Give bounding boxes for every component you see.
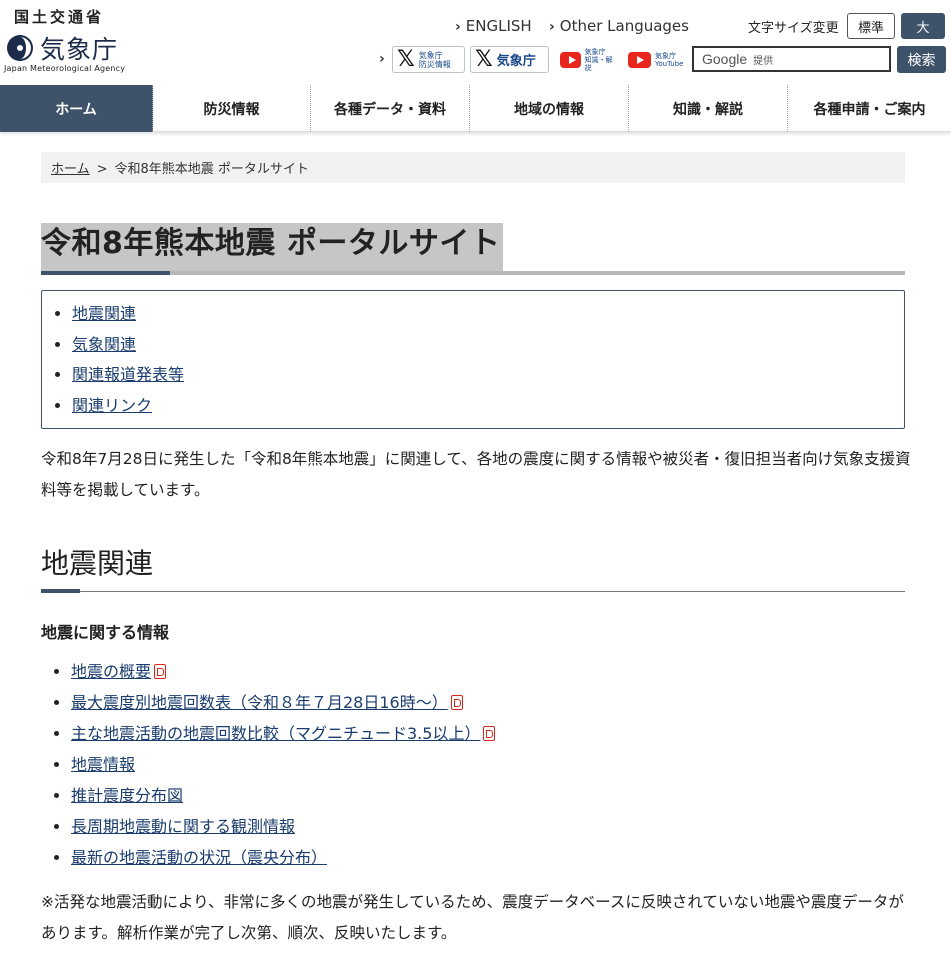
- latest-activity-link[interactable]: 最新の地震活動の状況（震央分布）: [71, 848, 327, 867]
- pdf-icon: [483, 726, 496, 741]
- global-nav: ホーム 防災情報 各種データ・資料 地域の情報 知識・解説 各種申請・ご案内: [0, 85, 951, 132]
- x-jma-label: 気象庁: [496, 54, 536, 69]
- breadcrumb-separator: >: [96, 162, 108, 177]
- search-provided-label: 提供: [753, 55, 774, 67]
- sns-label-line1: 気象庁: [584, 47, 606, 56]
- earthquake-info-list: 地震の概要 最大震度別地震回数表（令和８年７月28日16時～） 主な地震活動の地…: [41, 656, 911, 873]
- youtube-knowledge-label: 気象庁 知識・解説: [585, 48, 616, 72]
- toc-link-weather[interactable]: 気象関連: [72, 335, 136, 354]
- list-item: 最大震度別地震回数表（令和８年７月28日16時～）: [71, 687, 911, 718]
- font-standard-button[interactable]: 標準: [847, 13, 895, 39]
- breadcrumb: ホーム > 令和8年熊本地震 ポータルサイト: [41, 152, 905, 183]
- font-large-button[interactable]: 大: [901, 13, 945, 39]
- english-link[interactable]: › ENGLISH: [455, 17, 532, 35]
- toc-link-press[interactable]: 関連報道発表等: [72, 365, 184, 384]
- search-button[interactable]: 検索: [897, 46, 946, 73]
- youtube-channel-link[interactable]: 気象庁 YouTube: [624, 46, 688, 73]
- youtube-icon: [628, 51, 651, 68]
- x-icon: 𝕏: [397, 46, 415, 72]
- toc-link-related[interactable]: 関連リンク: [72, 396, 152, 415]
- agency-name[interactable]: 気象庁: [40, 30, 118, 66]
- long-period-motion-link[interactable]: 長周期地震動に関する観測情報: [71, 817, 295, 836]
- site-header: 国土交通省 気象庁 Japan Meteorological Agency › E…: [0, 0, 951, 85]
- section-title-area: 地震関連: [41, 544, 905, 593]
- intro-text: 令和8年7月28日に発生した「令和8年熊本地震」に関連して、各地の震度に関する情…: [41, 450, 911, 499]
- list-item: 地震の概要: [71, 656, 911, 687]
- eq-comparison-link[interactable]: 主な地震活動の地震回数比較（マグニチュード3.5以上）: [71, 724, 480, 743]
- table-of-contents: 地震関連 気象関連 関連報道発表等 関連リンク: [41, 290, 905, 429]
- eq-overview-link[interactable]: 地震の概要: [71, 662, 151, 681]
- page-title-area: 令和8年熊本地震 ポータルサイト: [41, 223, 905, 275]
- list-item: 主な地震活動の地震回数比較（マグニチュード3.5以上）: [71, 718, 911, 749]
- sns-label-line2: YouTube: [655, 59, 684, 68]
- list-item: 最新の地震活動の状況（震央分布）: [71, 842, 911, 873]
- toc-item: 関連報道発表等: [72, 360, 904, 391]
- chevron-right-icon: ›: [549, 19, 555, 35]
- page-title: 令和8年熊本地震 ポータルサイト: [41, 223, 504, 271]
- nav-regional-info[interactable]: 地域の情報: [470, 85, 629, 132]
- jma-logo-icon[interactable]: [6, 34, 34, 62]
- sns-label-line1: 気象庁: [655, 51, 676, 60]
- chevron-right-icon: ›: [379, 51, 385, 67]
- youtube-knowledge-link[interactable]: 気象庁 知識・解説: [556, 46, 620, 73]
- ministry-name: 国土交通省: [14, 8, 105, 26]
- pdf-icon: [450, 695, 463, 710]
- chevron-right-icon: ›: [455, 19, 461, 35]
- sns-label-line1: 気象庁: [418, 50, 443, 60]
- list-item: 推計震度分布図: [71, 780, 911, 811]
- breadcrumb-current: 令和8年熊本地震 ポータルサイト: [114, 162, 309, 177]
- x-icon: 𝕏: [475, 46, 493, 72]
- eq-count-table-link[interactable]: 最大震度別地震回数表（令和８年７月28日16時～）: [71, 693, 448, 712]
- x-disaster-info-label: 気象庁 防災情報: [419, 51, 451, 69]
- sns-label-line2: 知識・解説: [584, 55, 613, 72]
- english-link-label: ENGLISH: [465, 17, 532, 35]
- other-languages-label: Other Languages: [559, 17, 689, 35]
- toc-item: 関連リンク: [72, 391, 904, 422]
- search-input[interactable]: Google 提供: [692, 46, 891, 72]
- eq-info-link[interactable]: 地震情報: [71, 755, 135, 774]
- pdf-icon: [154, 664, 167, 679]
- nav-data[interactable]: 各種データ・資料: [311, 85, 470, 132]
- google-logo: Google: [702, 51, 748, 67]
- list-item: 長周期地震動に関する観測情報: [71, 811, 911, 842]
- toc-item: 地震関連: [72, 299, 904, 330]
- section-subhead: 地震に関する情報: [41, 623, 170, 642]
- x-disaster-info-link[interactable]: 𝕏 気象庁 防災情報: [392, 46, 465, 73]
- nav-knowledge[interactable]: 知識・解説: [629, 85, 788, 132]
- nav-disaster-info[interactable]: 防災情報: [153, 85, 311, 132]
- estimated-intensity-link[interactable]: 推計震度分布図: [71, 786, 183, 805]
- sns-label-line2: 防災情報: [418, 59, 451, 69]
- database-note: ※活発な地震活動により、非常に多くの地震が発生しているため、震度データベースに反…: [41, 893, 904, 942]
- toc-item: 気象関連: [72, 330, 904, 361]
- list-item: 地震情報: [71, 749, 911, 780]
- agency-english-name: Japan Meteorological Agency: [4, 64, 126, 73]
- other-languages-link[interactable]: › Other Languages: [549, 17, 689, 35]
- nav-home[interactable]: ホーム: [0, 85, 153, 132]
- breadcrumb-home-link[interactable]: ホーム: [51, 162, 90, 177]
- section-title: 地震関連: [41, 547, 154, 580]
- toc-link-earthquake[interactable]: 地震関連: [72, 304, 136, 323]
- youtube-icon: [560, 51, 581, 68]
- x-jma-link[interactable]: 𝕏 気象庁: [470, 46, 549, 73]
- font-size-label: 文字サイズ変更: [748, 21, 839, 36]
- nav-applications[interactable]: 各種申請・ご案内: [788, 85, 951, 132]
- youtube-channel-label: 気象庁 YouTube: [655, 52, 683, 68]
